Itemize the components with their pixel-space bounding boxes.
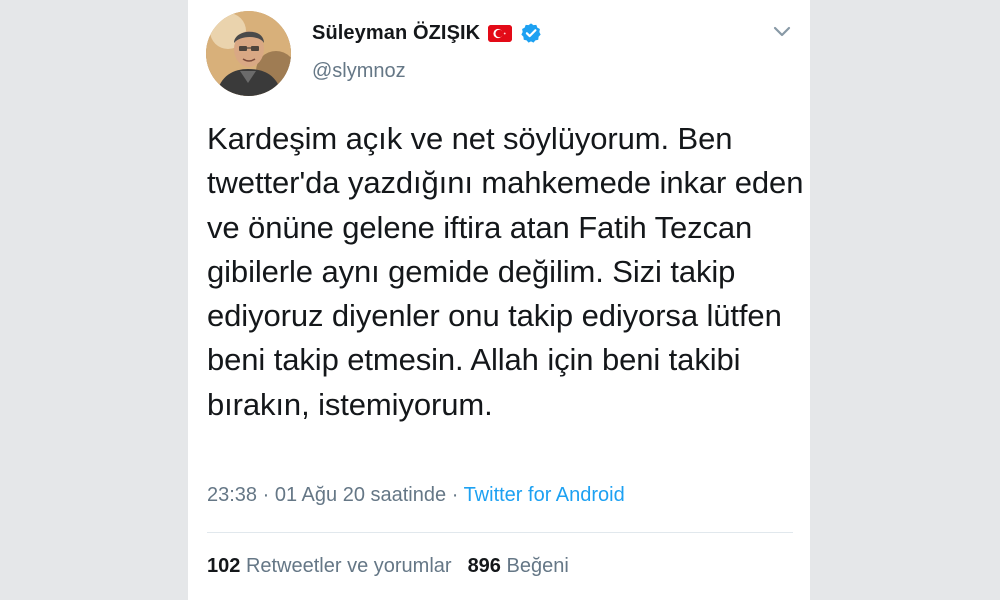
likes-stat[interactable]: 896 Beğeni bbox=[468, 555, 569, 577]
tweet-text: Kardeşim açık ve net söylüyorum. Ben twe… bbox=[207, 121, 804, 422]
verified-badge-icon bbox=[520, 22, 542, 44]
tweet-stats: 102 Retweetler ve yorumlar 896 Beğeni bbox=[207, 555, 569, 578]
tweet-date[interactable]: 01 Ağu 20 saatinde bbox=[275, 484, 446, 506]
tweet-source-link[interactable]: Twitter for Android bbox=[464, 484, 625, 506]
meta-separator: · bbox=[262, 484, 270, 506]
retweets-count: 102 bbox=[207, 555, 241, 577]
author-name[interactable]: Süleyman ÖZIŞIK bbox=[312, 22, 480, 45]
author-row: Süleyman ÖZIŞIK bbox=[312, 18, 542, 48]
tweet-meta: 23:38 · 01 Ağu 20 saatinde · Twitter for… bbox=[207, 484, 625, 507]
divider bbox=[207, 532, 793, 533]
retweets-stat[interactable]: 102 Retweetler ve yorumlar bbox=[207, 555, 452, 577]
turkey-flag-icon bbox=[488, 24, 513, 42]
likes-label: Beğeni bbox=[506, 555, 569, 577]
tweet-card: Süleyman ÖZIŞIK @slymnoz Kardeşim açık v… bbox=[188, 0, 810, 600]
chevron-down-icon[interactable] bbox=[771, 20, 793, 42]
avatar[interactable] bbox=[206, 11, 291, 96]
author-handle[interactable]: @slymnoz bbox=[312, 60, 406, 83]
meta-separator: · bbox=[451, 484, 459, 506]
retweets-label: Retweetler ve yorumlar bbox=[245, 555, 452, 577]
likes-count: 896 bbox=[467, 555, 501, 577]
tweet-time[interactable]: 23:38 bbox=[207, 484, 257, 506]
